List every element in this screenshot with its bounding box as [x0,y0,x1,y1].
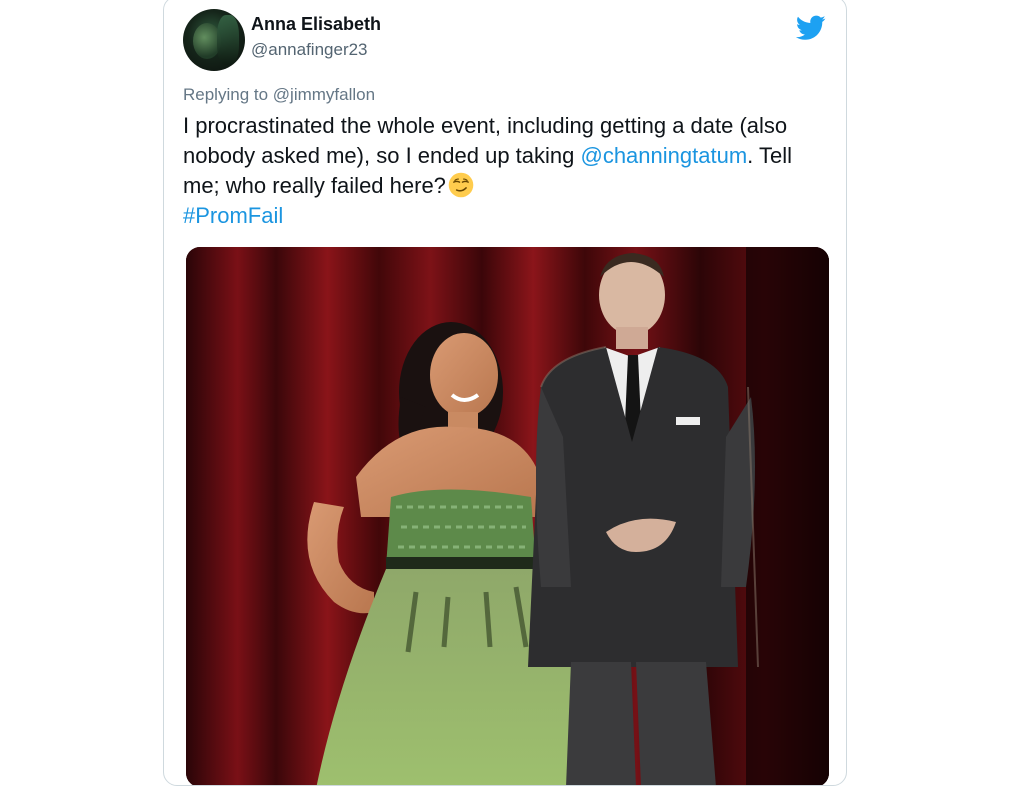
hashtag-link[interactable]: #PromFail [183,203,283,228]
smirking-face-emoji [448,172,474,198]
replying-to-line: Replying to @jimmyfallon [183,85,375,105]
mention-link[interactable]: @channingtatum [580,143,747,168]
twitter-bird-icon[interactable] [796,15,826,41]
tweet-photo[interactable] [186,247,829,785]
user-handle[interactable]: @annafinger23 [251,40,368,60]
replying-prefix: Replying to [183,85,269,104]
user-name[interactable]: Anna Elisabeth [251,14,381,35]
tweet-card[interactable]: Anna Elisabeth @annafinger23 Replying to… [163,0,847,786]
reply-mention-link[interactable]: @jimmyfallon [273,85,375,104]
tweet-text: I procrastinated the whole event, includ… [183,111,823,231]
profile-avatar[interactable] [183,9,245,71]
prom-photo-illustration [186,247,829,785]
